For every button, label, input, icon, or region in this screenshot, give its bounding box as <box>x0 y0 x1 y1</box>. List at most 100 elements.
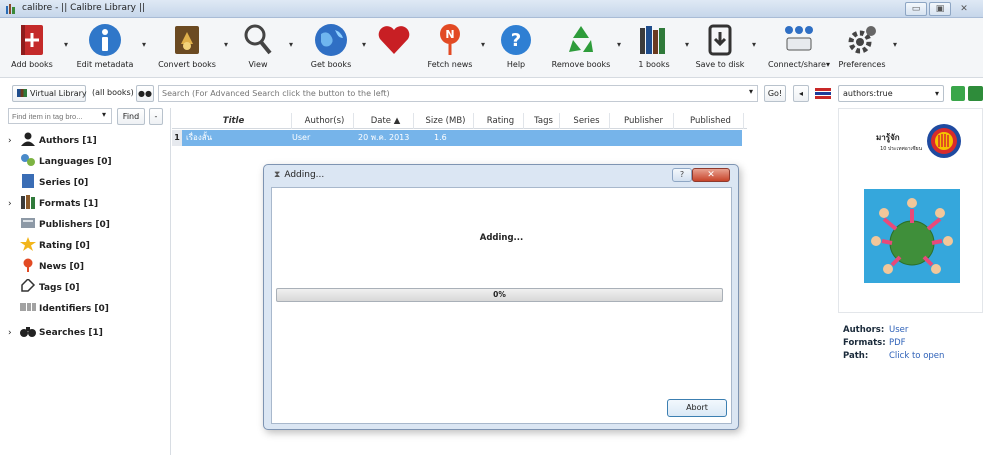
tag-item-rating[interactable]: Rating [0] <box>8 236 90 256</box>
search-history-dropdown[interactable]: ▾ <box>749 87 753 96</box>
edit-metadata-button[interactable]: Edit metadata <box>74 22 136 69</box>
column-date[interactable]: Date ▲ <box>354 113 414 129</box>
cover-subtitle: 10 ประเทศอาเซียน <box>880 146 922 152</box>
news-icon: N <box>440 24 460 55</box>
table-row[interactable]: 1 เรื่องสั้น User 20 พ.ค. 2013 1.6 <box>172 130 742 146</box>
fetch-news-button[interactable]: N Fetch news <box>426 22 474 69</box>
dialog-help-button[interactable]: ? <box>672 168 692 182</box>
library-button[interactable]: 1 books <box>630 22 678 69</box>
go-button[interactable]: Go! <box>764 85 786 102</box>
dialog-close-button[interactable]: ✕ <box>692 168 730 182</box>
donate-button[interactable] <box>372 22 416 60</box>
preferences-button[interactable]: Preferences <box>836 22 888 69</box>
book-cover[interactable]: มารู้จัก 10 ประเทศอาเซียน <box>838 108 983 313</box>
tag-item-searches[interactable]: › Searches [1] <box>8 323 103 343</box>
column-published[interactable]: Published <box>674 113 744 129</box>
dialog-message: Adding... <box>479 233 524 243</box>
get-books-button[interactable]: Get books <box>306 22 356 69</box>
column-title[interactable]: Title <box>172 113 292 129</box>
library-small-icon <box>17 89 27 97</box>
dialog-title: ⧗ Adding... <box>274 170 325 180</box>
tag-item-languages[interactable]: Languages [0] <box>8 152 112 172</box>
advanced-search-button[interactable]: ●● <box>136 85 154 102</box>
column-authors[interactable]: Author(s) <box>292 113 354 129</box>
adding-dialog: ⧗ Adding... ? ✕ Adding... 0% Abort <box>263 164 739 430</box>
dialog-body: Adding... 0% Abort <box>271 187 732 424</box>
save-search-icon[interactable] <box>951 86 965 101</box>
library-dropdown[interactable]: ▾ <box>685 40 689 49</box>
get-books-dropdown[interactable]: ▾ <box>362 40 366 49</box>
svg-text:N: N <box>445 28 454 41</box>
convert-icon <box>175 26 199 54</box>
help-button[interactable]: ? Help <box>496 22 536 69</box>
binoculars-icon <box>20 327 36 337</box>
hourglass-icon: ⧗ <box>274 170 281 180</box>
tag-item-tags[interactable]: Tags [0] <box>8 278 79 298</box>
close-window-button[interactable]: ✕ <box>953 2 975 16</box>
tag-item-news[interactable]: News [0] <box>8 257 84 277</box>
search-input[interactable] <box>158 85 758 102</box>
search-bar-row: Virtual Library (all books) ●● ▾ Go! ◂ a… <box>0 84 983 104</box>
add-books-button[interactable]: Add books <box>8 22 56 69</box>
expand-searches[interactable]: › <box>8 323 20 343</box>
tag-item-publishers[interactable]: Publishers [0] <box>8 215 110 235</box>
cell-size: 1.6 <box>434 133 447 142</box>
column-tags[interactable]: Tags <box>524 113 560 129</box>
saved-search-select[interactable]: authors:true ▾ <box>838 85 944 102</box>
fetch-news-dropdown[interactable]: ▾ <box>481 40 485 49</box>
tag-item-series[interactable]: Series [0] <box>8 173 88 193</box>
row-number: 1 <box>172 130 182 146</box>
languages-icon <box>21 154 35 166</box>
authors-link[interactable]: User <box>889 325 908 335</box>
formats-key: Formats: <box>843 338 886 348</box>
clear-search-button[interactable]: ◂ <box>793 85 809 102</box>
path-link[interactable]: Click to open <box>889 351 944 361</box>
column-publisher[interactable]: Publisher <box>610 113 674 129</box>
remove-books-button[interactable]: Remove books <box>550 22 612 69</box>
maximize-button[interactable]: ▣ <box>929 2 951 16</box>
expand-formats[interactable]: › <box>8 194 20 214</box>
clear-icon: ◂ <box>798 89 803 98</box>
tag-item-identifiers[interactable]: Identifiers [0] <box>8 299 109 319</box>
progress-bar: 0% <box>276 288 723 302</box>
abort-button[interactable]: Abort <box>667 399 727 417</box>
find-history-dropdown[interactable]: ▾ <box>102 110 106 119</box>
highlight-toggle-icon[interactable] <box>815 87 831 100</box>
formats-link[interactable]: PDF <box>889 338 906 348</box>
publisher-icon <box>21 218 35 228</box>
expand-authors[interactable]: › <box>8 131 20 151</box>
person-icon <box>21 132 35 146</box>
tag-item-formats[interactable]: › Formats [1] <box>8 194 98 214</box>
virtual-library-button[interactable]: Virtual Library <box>12 85 87 102</box>
tag-item-authors[interactable]: › Authors [1] <box>8 131 97 151</box>
column-rating[interactable]: Rating <box>474 113 524 129</box>
tag-browser: ▾ Find - ›Authors [1] Languages [0] Seri… <box>8 108 171 455</box>
formats-icon <box>21 195 35 209</box>
tag-browser-find-input[interactable] <box>8 108 112 124</box>
view-dropdown[interactable]: ▾ <box>289 40 293 49</box>
edit-metadata-dropdown[interactable]: ▾ <box>142 40 146 49</box>
minimize-button[interactable]: ▭ <box>905 2 927 16</box>
connect-share-button[interactable]: Connect/share▾ <box>766 22 832 69</box>
barcode-icon <box>20 303 36 311</box>
find-button[interactable]: Find <box>117 108 145 125</box>
save-to-disk-button[interactable]: Save to disk <box>694 22 746 69</box>
add-search-icon[interactable] <box>968 86 983 101</box>
convert-dropdown[interactable]: ▾ <box>224 40 228 49</box>
collapse-button[interactable]: - <box>149 108 163 125</box>
pin-icon <box>23 258 33 272</box>
save-icon <box>708 24 732 56</box>
main-toolbar: Add books ▾ Edit metadata ▾ Convert book… <box>0 18 983 78</box>
add-books-dropdown[interactable]: ▾ <box>64 40 68 49</box>
add-books-icon <box>21 25 43 55</box>
remove-books-dropdown[interactable]: ▾ <box>617 40 621 49</box>
connect-icon <box>785 26 813 51</box>
view-button[interactable]: View <box>238 22 278 69</box>
heart-icon <box>378 26 410 54</box>
preferences-dropdown[interactable]: ▾ <box>893 40 897 49</box>
window-title: calibre - || Calibre Library || <box>22 3 145 13</box>
column-size[interactable]: Size (MB) <box>414 113 474 129</box>
save-dropdown[interactable]: ▾ <box>752 40 756 49</box>
column-series[interactable]: Series <box>560 113 610 129</box>
convert-books-button[interactable]: Convert books <box>156 22 218 69</box>
